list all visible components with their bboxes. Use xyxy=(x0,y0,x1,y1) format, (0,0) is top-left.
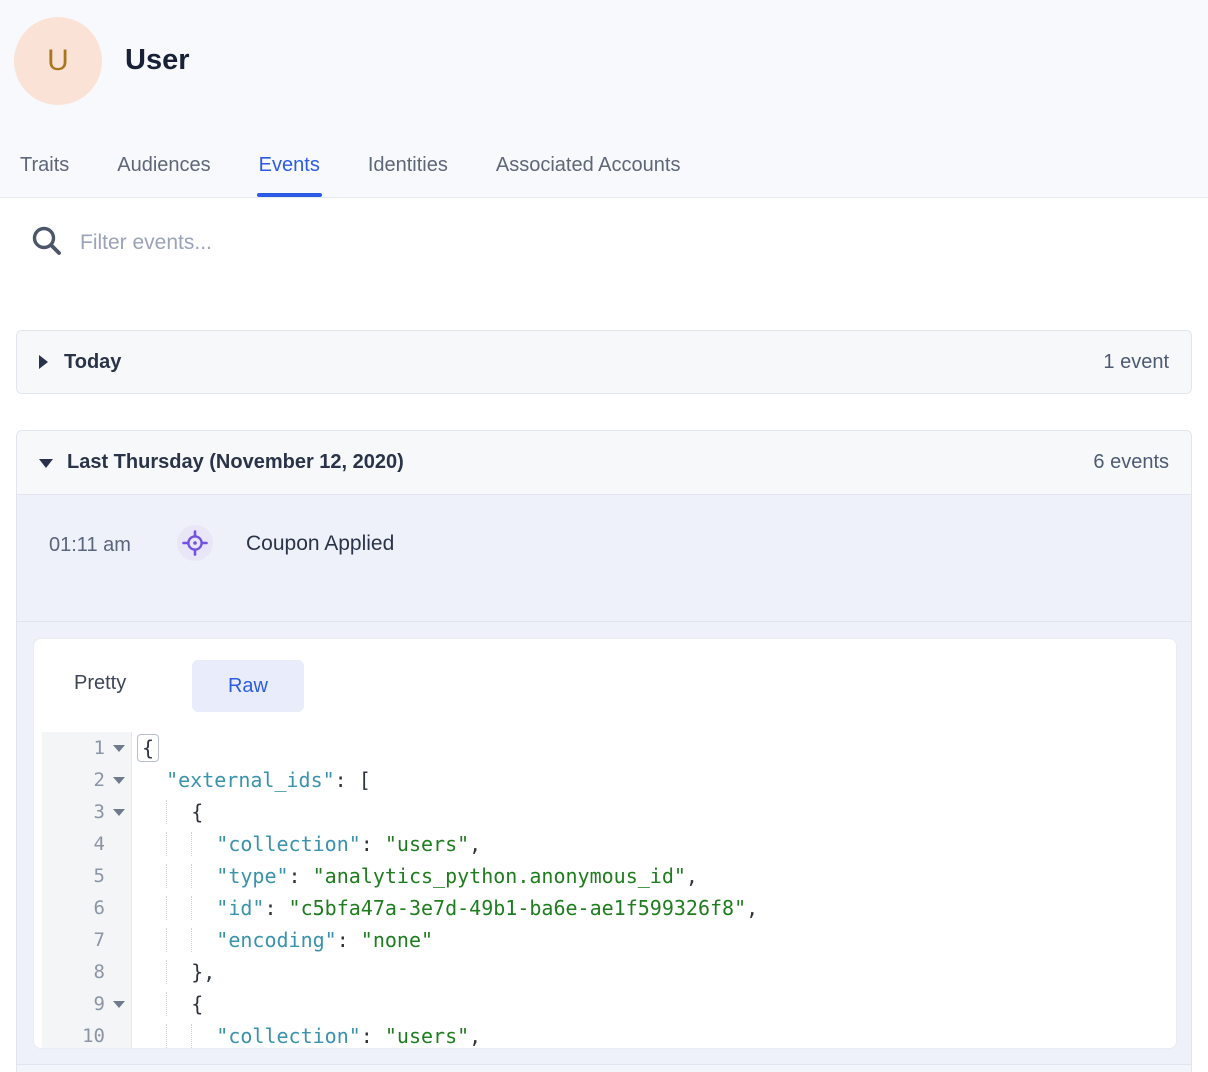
code-line: "collection": "users", xyxy=(132,828,1176,860)
code-line: }, xyxy=(132,956,1176,988)
code-line: "type": "analytics_python.anonymous_id", xyxy=(132,860,1176,892)
event-name: Coupon Applied xyxy=(246,532,394,556)
code-line: { xyxy=(132,796,1176,828)
line-number: 1 xyxy=(42,732,131,764)
payload-view-toggle: Pretty Raw xyxy=(34,639,1176,732)
editor-code: { "external_ids": [ { "collection": "use… xyxy=(132,732,1176,1048)
chevron-down-icon xyxy=(39,459,53,468)
row-divider xyxy=(17,1064,1191,1065)
user-profile-page: U User Traits Audiences Events Identitie… xyxy=(0,0,1208,1072)
profile-header: U User Traits Audiences Events Identitie… xyxy=(0,0,1208,198)
json-editor[interactable]: 12345678910 { "external_ids": [ { "colle… xyxy=(34,732,1176,1048)
fold-arrow-icon[interactable] xyxy=(113,809,125,816)
tab-traits[interactable]: Traits xyxy=(20,154,69,197)
code-line: "external_ids": [ xyxy=(132,764,1176,796)
event-group-today: Today 1 event xyxy=(16,330,1192,394)
search-input[interactable] xyxy=(78,222,982,264)
group-event-count: 6 events xyxy=(1093,451,1169,474)
line-number: 9 xyxy=(42,988,131,1020)
line-number: 2 xyxy=(42,764,131,796)
next-row-strip xyxy=(17,1065,1191,1072)
event-group-last-thursday: Last Thursday (November 12, 2020) 6 even… xyxy=(16,430,1192,1072)
group-event-count: 1 event xyxy=(1103,351,1169,374)
code-line: "id": "c5bfa47a-3e7d-49b1-ba6e-ae1f59932… xyxy=(132,892,1176,924)
code-line: "collection": "users", xyxy=(132,1020,1176,1049)
event-group-today-header[interactable]: Today 1 event xyxy=(17,331,1191,393)
tab-bar: Traits Audiences Events Identities Assoc… xyxy=(20,154,680,197)
pretty-view-button[interactable]: Pretty xyxy=(74,672,126,695)
fold-arrow-icon[interactable] xyxy=(113,1001,125,1008)
event-time: 01:11 am xyxy=(49,534,131,557)
line-number: 10 xyxy=(42,1020,131,1049)
line-number: 8 xyxy=(42,956,131,988)
line-number: 4 xyxy=(42,828,131,860)
tab-audiences[interactable]: Audiences xyxy=(117,154,210,197)
code-line: { xyxy=(132,732,1176,764)
tab-associated-accounts[interactable]: Associated Accounts xyxy=(496,154,681,197)
fold-arrow-icon[interactable] xyxy=(113,777,125,784)
event-icon-badge xyxy=(177,525,213,561)
search-icon xyxy=(30,224,64,258)
filter-row xyxy=(0,198,1208,298)
code-line: { xyxy=(132,988,1176,1020)
code-line: "encoding": "none" xyxy=(132,924,1176,956)
editor-gutter: 12345678910 xyxy=(42,732,132,1048)
line-number: 3 xyxy=(42,796,131,828)
avatar-letter: U xyxy=(47,44,69,78)
group-label: Today xyxy=(64,351,121,374)
chevron-right-icon xyxy=(39,355,48,369)
fold-arrow-icon[interactable] xyxy=(113,745,125,752)
target-icon xyxy=(182,530,208,556)
group-label: Last Thursday (November 12, 2020) xyxy=(67,451,404,474)
line-number: 7 xyxy=(42,924,131,956)
tab-identities[interactable]: Identities xyxy=(368,154,448,197)
page-title: User xyxy=(125,44,190,77)
event-payload-card: Pretty Raw 12345678910 { "external_ids":… xyxy=(33,638,1177,1049)
line-number: 5 xyxy=(42,860,131,892)
line-number: 6 xyxy=(42,892,131,924)
avatar: U xyxy=(14,17,102,105)
event-row-coupon-applied[interactable]: 01:11 am Coupon Applied xyxy=(17,495,1191,622)
event-group-last-thursday-header[interactable]: Last Thursday (November 12, 2020) 6 even… xyxy=(17,431,1191,495)
tab-events[interactable]: Events xyxy=(259,154,320,197)
raw-view-button[interactable]: Raw xyxy=(192,660,304,712)
